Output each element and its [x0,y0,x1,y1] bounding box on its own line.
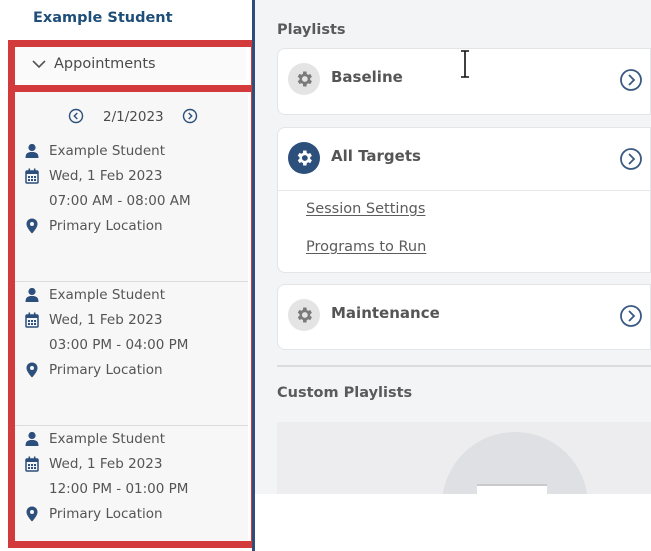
playlists-title: Playlists [277,22,346,38]
gear-icon [288,142,320,174]
playlists-pane: Playlists Baseline All Targets Session S… [255,0,651,551]
custom-playlists-title: Custom Playlists [277,385,413,401]
session-settings-link[interactable]: Session Settings [306,201,425,217]
highlight-frame [8,40,258,548]
gear-icon [288,63,320,95]
playlist-row[interactable]: Maintenance [278,285,650,345]
chevron-right-circle-icon[interactable] [619,304,643,328]
gear-icon [288,299,320,331]
empty-state-card-graphic [477,484,547,494]
playlist-all-targets[interactable]: All Targets Session Settings Programs to… [277,127,651,273]
playlist-row[interactable]: All Targets [278,128,650,188]
playlist-name: All Targets [331,147,421,165]
chevron-right-circle-icon[interactable] [619,147,643,171]
card-divider [278,190,650,191]
playlist-name: Maintenance [331,304,440,322]
text-cursor-icon [461,50,469,78]
bottom-area [255,494,651,551]
custom-playlists-empty-state [277,422,651,494]
student-name-header[interactable]: Example Student [0,0,252,40]
programs-to-run-link[interactable]: Programs to Run [306,239,426,255]
playlist-name: Baseline [331,68,403,86]
highlight-divider [8,85,258,92]
chevron-right-circle-icon[interactable] [619,68,643,92]
playlist-maintenance[interactable]: Maintenance [277,284,651,350]
section-divider [277,365,651,367]
left-pane: Example Student Appointments 2/1/2023 Ex… [0,0,258,551]
